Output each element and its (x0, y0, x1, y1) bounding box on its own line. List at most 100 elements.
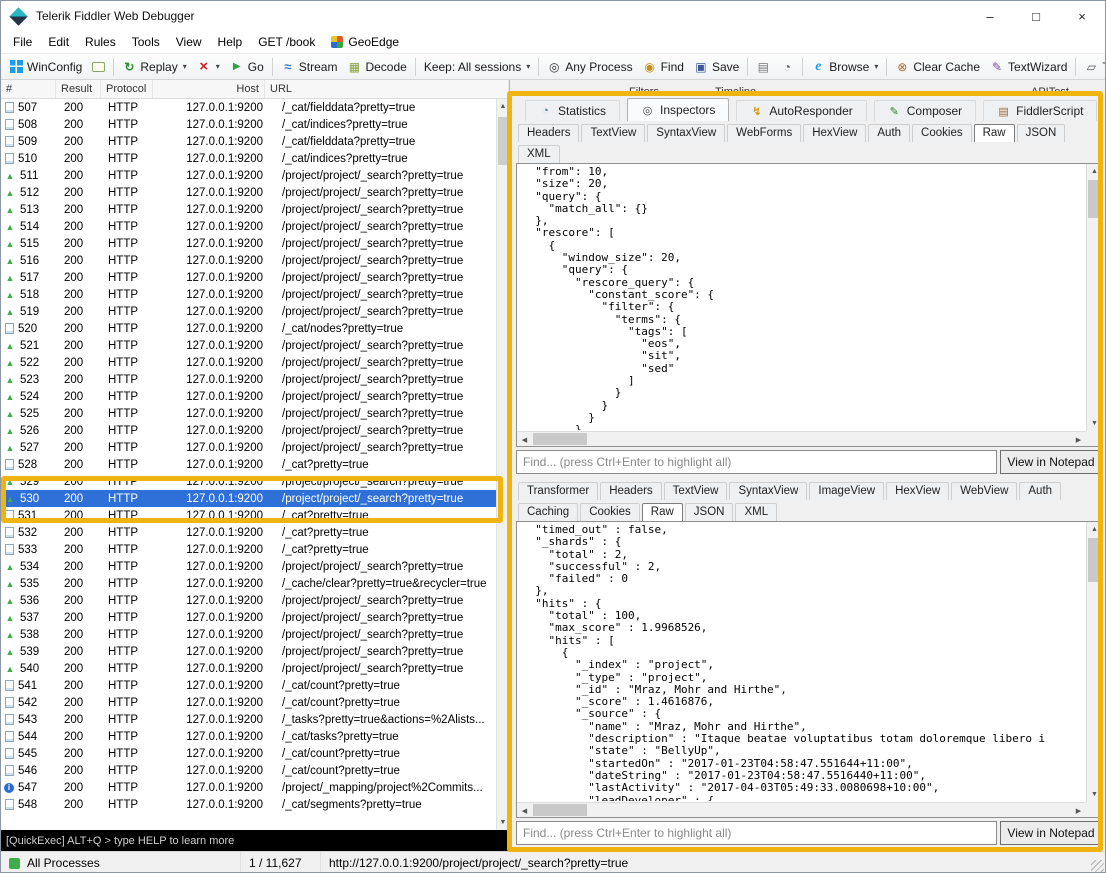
session-row-537[interactable]: 537200HTTP127.0.0.1:9200/project/project… (1, 609, 496, 626)
screenshot-button[interactable] (751, 58, 775, 76)
timer-button[interactable] (775, 58, 799, 76)
session-list-scrollbar[interactable]: ▲ ▼ (496, 99, 509, 830)
tab-filters-partial[interactable]: Filters (629, 86, 659, 98)
close-button[interactable]: × (1059, 1, 1105, 31)
textwizard-button[interactable]: TextWizard (985, 58, 1072, 76)
tab-fiddlerscript[interactable]: FiddlerScript (983, 100, 1097, 121)
tab-auth[interactable]: Auth (868, 124, 910, 142)
session-row-531[interactable]: 531200HTTP127.0.0.1:9200/_cat?pretty=tru… (1, 507, 496, 524)
session-row-514[interactable]: 514200HTTP127.0.0.1:9200/project/project… (1, 218, 496, 235)
capture-mode-toggle[interactable]: All Processes (1, 852, 241, 873)
session-row-538[interactable]: 538200HTTP127.0.0.1:9200/project/project… (1, 626, 496, 643)
tab-cookies[interactable]: Cookies (580, 503, 640, 521)
session-row-520[interactable]: 520200HTTP127.0.0.1:9200/_cat/nodes?pret… (1, 320, 496, 337)
request-view-in-notepad-button[interactable]: View in Notepad (1000, 450, 1102, 474)
scroll-down-icon[interactable]: ▼ (1087, 787, 1102, 802)
find-button[interactable]: Find (638, 58, 689, 76)
tab-webforms[interactable]: WebForms (727, 124, 801, 142)
response-vertical-scrollbar[interactable]: ▲ ▼ (1086, 522, 1101, 802)
session-row-511[interactable]: 511200HTTP127.0.0.1:9200/project/project… (1, 167, 496, 184)
scrollbar-thumb[interactable] (533, 804, 587, 816)
column-header-host[interactable]: Host (153, 80, 265, 98)
session-row-545[interactable]: 545200HTTP127.0.0.1:9200/_cat/count?pret… (1, 745, 496, 762)
maximize-button[interactable]: □ (1013, 1, 1059, 31)
tab-textview[interactable]: TextView (664, 482, 728, 500)
tab-auth[interactable]: Auth (1019, 482, 1061, 500)
menu-item-tools[interactable]: Tools (124, 32, 168, 52)
session-row-526[interactable]: 526200HTTP127.0.0.1:9200/project/project… (1, 422, 496, 439)
tab-syntaxview[interactable]: SyntaxView (729, 482, 807, 500)
session-row-543[interactable]: 543200HTTP127.0.0.1:9200/_tasks?pretty=t… (1, 711, 496, 728)
winconfig-button[interactable]: WinConfig (5, 58, 87, 76)
minimize-button[interactable]: – (967, 1, 1013, 31)
session-row-542[interactable]: 542200HTTP127.0.0.1:9200/_cat/count?pret… (1, 694, 496, 711)
scroll-right-icon[interactable]: ▶ (1071, 432, 1086, 447)
tearoff-button[interactable]: Tearoff (1079, 58, 1105, 76)
tab-hexview[interactable]: HexView (886, 482, 949, 500)
request-vertical-scrollbar[interactable]: ▲ ▼ (1086, 164, 1101, 431)
session-row-513[interactable]: 513200HTTP127.0.0.1:9200/project/project… (1, 201, 496, 218)
menu-item-rules[interactable]: Rules (77, 32, 124, 52)
tab-inspectors[interactable]: Inspectors (627, 98, 729, 121)
tab-xml[interactable]: XML (735, 503, 777, 521)
save-button[interactable]: Save (689, 58, 744, 76)
session-row-544[interactable]: 544200HTTP127.0.0.1:9200/_cat/tasks?pret… (1, 728, 496, 745)
tab-apitest-partial[interactable]: APITest (1031, 86, 1069, 98)
menu-item-file[interactable]: File (5, 32, 40, 52)
session-row-527[interactable]: 527200HTTP127.0.0.1:9200/project/project… (1, 439, 496, 456)
session-row-533[interactable]: 533200HTTP127.0.0.1:9200/_cat?pretty=tru… (1, 541, 496, 558)
session-row-515[interactable]: 515200HTTP127.0.0.1:9200/project/project… (1, 235, 496, 252)
scrollbar-thumb[interactable] (498, 117, 508, 165)
tab-json[interactable]: JSON (1017, 124, 1066, 142)
tab-webview[interactable]: WebView (951, 482, 1017, 500)
scrollbar-thumb[interactable] (1088, 180, 1100, 218)
session-row-530[interactable]: 530200HTTP127.0.0.1:9200/project/project… (1, 490, 496, 507)
session-row-535[interactable]: 535200HTTP127.0.0.1:9200/_cache/clear?pr… (1, 575, 496, 592)
scrollbar-thumb[interactable] (1088, 538, 1100, 582)
tab-xml[interactable]: XML (518, 145, 560, 163)
scroll-left-icon[interactable]: ◀ (517, 803, 532, 818)
session-row-508[interactable]: 508200HTTP127.0.0.1:9200/_cat/indices?pr… (1, 116, 496, 133)
tab-timeline-partial[interactable]: Timeline (715, 86, 756, 98)
tab-hexview[interactable]: HexView (803, 124, 866, 142)
request-horizontal-scrollbar[interactable]: ◀ ▶ (517, 431, 1086, 446)
response-view-in-notepad-button[interactable]: View in Notepad (1000, 821, 1102, 845)
tab-json[interactable]: JSON (685, 503, 734, 521)
session-row-516[interactable]: 516200HTTP127.0.0.1:9200/project/project… (1, 252, 496, 269)
any-process-button[interactable]: Any Process (542, 58, 637, 76)
session-row-507[interactable]: 507200HTTP127.0.0.1:9200/_cat/fielddata?… (1, 99, 496, 116)
session-row-510[interactable]: 510200HTTP127.0.0.1:9200/_cat/indices?pr… (1, 150, 496, 167)
request-find-input[interactable] (516, 450, 997, 474)
menu-item-view[interactable]: View (168, 32, 210, 52)
scroll-up-icon[interactable]: ▲ (1087, 164, 1102, 179)
browse-button[interactable]: Browse▾ (806, 58, 883, 76)
session-row-546[interactable]: 546200HTTP127.0.0.1:9200/_cat/count?pret… (1, 762, 496, 779)
session-row-536[interactable]: 536200HTTP127.0.0.1:9200/project/project… (1, 592, 496, 609)
keep-sessions-button[interactable]: Keep: All sessions▾ (419, 58, 535, 76)
tab-textview[interactable]: TextView (581, 124, 645, 142)
tab-syntaxview[interactable]: SyntaxView (647, 124, 725, 142)
session-row-512[interactable]: 512200HTTP127.0.0.1:9200/project/project… (1, 184, 496, 201)
replay-button[interactable]: Replay▾ (117, 58, 191, 76)
scroll-up-icon[interactable]: ▲ (497, 99, 509, 114)
session-row-548[interactable]: 548200HTTP127.0.0.1:9200/_cat/segments?p… (1, 796, 496, 813)
tab-headers[interactable]: Headers (600, 482, 661, 500)
tab-caching[interactable]: Caching (518, 503, 578, 521)
session-row-541[interactable]: 541200HTTP127.0.0.1:9200/_cat/count?pret… (1, 677, 496, 694)
quickexec-bar[interactable]: [QuickExec] ALT+Q > type HELP to learn m… (1, 830, 510, 851)
tab-transformer[interactable]: Transformer (518, 482, 598, 500)
tab-raw[interactable]: Raw (974, 124, 1015, 142)
tab-headers[interactable]: Headers (518, 124, 579, 142)
menu-item-geoedge[interactable]: GeoEdge (323, 32, 407, 52)
session-row-547[interactable]: 547200HTTP127.0.0.1:9200/project/_mappin… (1, 779, 496, 796)
menu-item-edit[interactable]: Edit (40, 32, 77, 52)
remove-sessions-button[interactable]: ▾ (192, 58, 225, 76)
tab-autoresponder[interactable]: AutoResponder (736, 100, 866, 121)
session-row-524[interactable]: 524200HTTP127.0.0.1:9200/project/project… (1, 388, 496, 405)
column-header-protocol[interactable]: Protocol (101, 80, 153, 98)
session-row-522[interactable]: 522200HTTP127.0.0.1:9200/project/project… (1, 354, 496, 371)
session-row-532[interactable]: 532200HTTP127.0.0.1:9200/_cat?pretty=tru… (1, 524, 496, 541)
tab-imageview[interactable]: ImageView (809, 482, 884, 500)
tab-raw[interactable]: Raw (642, 503, 683, 521)
column-header-url[interactable]: URL (265, 80, 509, 98)
